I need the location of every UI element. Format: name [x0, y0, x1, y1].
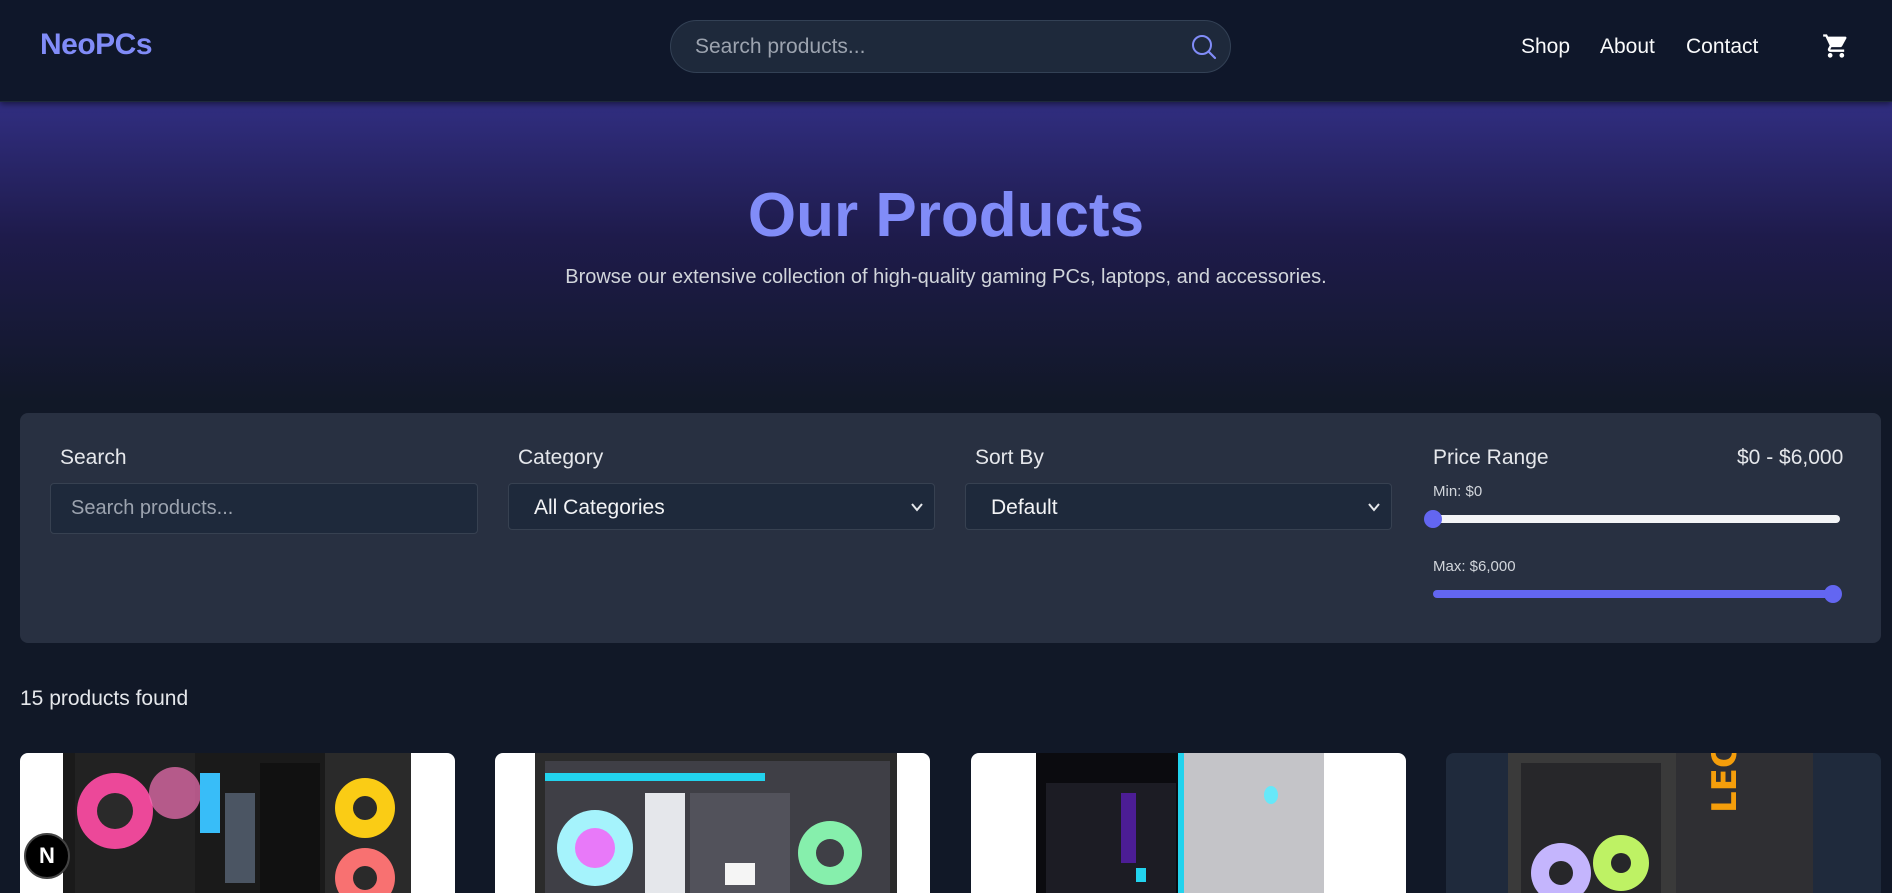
results-count: 15 products found — [20, 687, 189, 710]
nav-about[interactable]: About — [1600, 35, 1655, 59]
max-price-slider-handle[interactable] — [1824, 585, 1842, 603]
product-card[interactable]: LEGIO — [1446, 753, 1881, 893]
category-select[interactable]: All Categories — [508, 483, 935, 530]
min-price-slider-handle[interactable] — [1424, 510, 1442, 528]
product-image: LEGIO — [1508, 753, 1813, 893]
category-filter-label: Category — [518, 446, 604, 469]
site-logo[interactable]: NeoPCs — [40, 28, 153, 62]
chevron-down-icon — [1368, 503, 1380, 512]
site-header: NeoPCs Shop About Contact — [0, 0, 1892, 102]
header-search-input[interactable] — [695, 21, 1165, 72]
product-card[interactable] — [495, 753, 930, 893]
search-filter-label: Search — [60, 446, 127, 469]
page-title: Our Products — [747, 181, 1145, 250]
min-price-slider[interactable] — [1433, 515, 1840, 523]
sort-select-value: Default — [991, 496, 1058, 519]
page-subtitle: Browse our extensive collection of high-… — [565, 266, 1327, 288]
price-range-value: $0 - $6,000 — [1737, 446, 1844, 469]
product-image — [63, 753, 411, 893]
max-price-slider[interactable] — [1433, 590, 1833, 598]
chevron-down-icon — [911, 503, 923, 512]
min-price-label: Min: $0 — [1433, 483, 1483, 500]
filter-panel: Search Category All Categories Sort By D… — [20, 413, 1881, 643]
nav-shop[interactable]: Shop — [1521, 35, 1570, 59]
svg-text:LEGIO: LEGIO — [1705, 753, 1745, 813]
max-price-label: Max: $6,000 — [1433, 558, 1516, 575]
next-badge-icon[interactable]: N — [24, 833, 70, 879]
hero-section: Our Products Browse our extensive collec… — [0, 102, 1892, 402]
sort-select[interactable]: Default — [965, 483, 1392, 530]
header-search — [670, 20, 1231, 73]
price-range-label: Price Range — [1433, 446, 1549, 469]
product-card[interactable] — [971, 753, 1406, 893]
search-icon[interactable] — [1190, 33, 1218, 61]
cart-icon[interactable] — [1822, 32, 1850, 60]
sort-filter-label: Sort By — [975, 446, 1044, 469]
product-image — [535, 753, 897, 893]
nav-contact[interactable]: Contact — [1686, 35, 1758, 59]
product-image — [1036, 753, 1324, 893]
filter-search-input[interactable] — [50, 483, 478, 534]
category-select-value: All Categories — [534, 496, 665, 519]
product-card[interactable] — [20, 753, 455, 893]
